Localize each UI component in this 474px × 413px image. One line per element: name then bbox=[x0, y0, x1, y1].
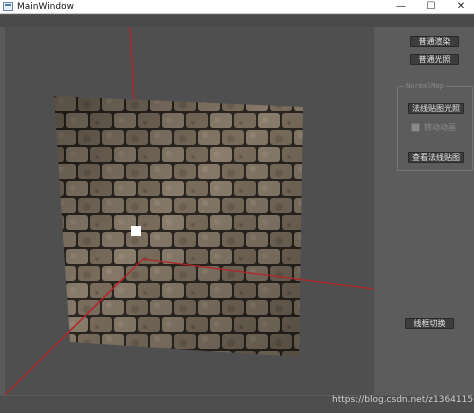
opengl-viewport[interactable] bbox=[5, 27, 374, 395]
close-button[interactable]: ✕ bbox=[446, 0, 474, 14]
wireframe-toggle-button[interactable]: 线框切换 bbox=[405, 318, 454, 329]
main-window: MainWindow — ☐ ✕ 普通渲染 普通光照 NormalMap 法线贴… bbox=[0, 0, 474, 413]
minimize-button[interactable]: — bbox=[386, 0, 416, 14]
normalmap-group-title: NormalMap bbox=[404, 82, 446, 91]
normal-lighting-button[interactable]: 普通光照 bbox=[410, 54, 459, 65]
title-bar: MainWindow — ☐ ✕ bbox=[0, 0, 474, 14]
control-panel: 普通渲染 普通光照 NormalMap 法线贴图光照 转动动画 查看法线贴图 线… bbox=[376, 27, 474, 395]
rotate-animation-checkbox[interactable] bbox=[411, 123, 420, 132]
scene-canvas bbox=[5, 27, 374, 395]
normal-render-button[interactable]: 普通渲染 bbox=[410, 36, 459, 47]
toolbar-strip bbox=[0, 15, 474, 27]
app-window-icon bbox=[3, 2, 13, 11]
light-source-marker bbox=[131, 226, 141, 236]
normalmap-groupbox: NormalMap 法线贴图光照 转动动画 查看法线贴图 bbox=[397, 82, 473, 171]
normalmap-lighting-button[interactable]: 法线贴图光照 bbox=[408, 103, 464, 114]
maximize-button[interactable]: ☐ bbox=[416, 0, 446, 14]
view-normalmap-button[interactable]: 查看法线贴图 bbox=[408, 152, 464, 163]
window-title: MainWindow bbox=[17, 2, 74, 12]
rotate-animation-label: 转动动画 bbox=[424, 123, 456, 132]
watermark-text: https://blog.csdn.net/z136411501 bbox=[332, 395, 474, 405]
